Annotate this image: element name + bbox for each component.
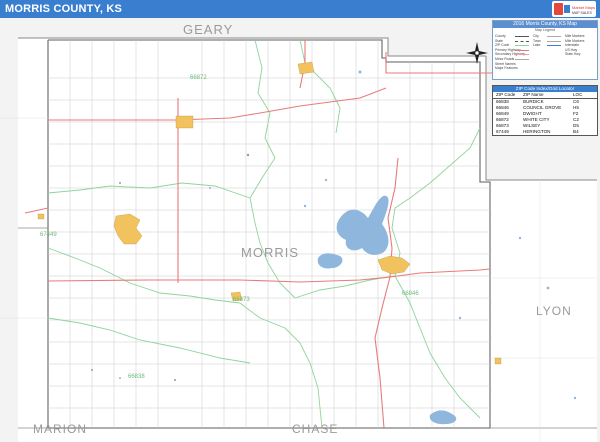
compass-rose	[466, 42, 488, 64]
title-bar: MORRIS COUNTY, KS Market Maps MAP SALES	[0, 0, 600, 18]
map-canvas[interactable]	[0, 18, 600, 442]
zip-label: 66838	[128, 374, 145, 380]
county-label-geary: GEARY	[183, 22, 234, 37]
table-row: 67449 HERINGTON B4	[496, 129, 579, 134]
map-legend: 2016 Morris County, KS Map Map Legend Co…	[492, 20, 598, 80]
county-label-marion: MARION	[33, 422, 87, 436]
county-label-lyon: LYON	[536, 304, 572, 318]
legend-title: 2016 Morris County, KS Map	[493, 21, 597, 28]
logo-line2: MAP SALES	[572, 11, 592, 15]
zip-label: 66873	[233, 297, 250, 303]
legend-subtitle: Map Legend	[535, 28, 555, 32]
zip-label: 67449	[40, 232, 57, 238]
publisher-logo: Market Maps MAP SALES	[552, 1, 596, 17]
logo-line1: Market Maps	[572, 5, 595, 10]
legend-rows: County City Mile Markers State Town Mile Mar…	[495, 34, 595, 71]
zip-label: 66872	[190, 75, 207, 81]
map-title: MORRIS COUNTY, KS	[5, 3, 123, 15]
zip-index-header: ZIP Code ZIP Name LOC	[493, 92, 597, 99]
county-label-morris: MORRIS	[241, 245, 299, 260]
zip-code-index: ZIP Code Index/Grid Locator ZIP Code ZIP…	[492, 85, 598, 136]
county-label-chase: CHASE	[292, 422, 339, 436]
zip-label: 66846	[402, 291, 419, 297]
legend-row: Major Features	[495, 66, 518, 71]
map-page: MORRIS COUNTY, KS Market Maps MAP SALES	[0, 0, 600, 442]
